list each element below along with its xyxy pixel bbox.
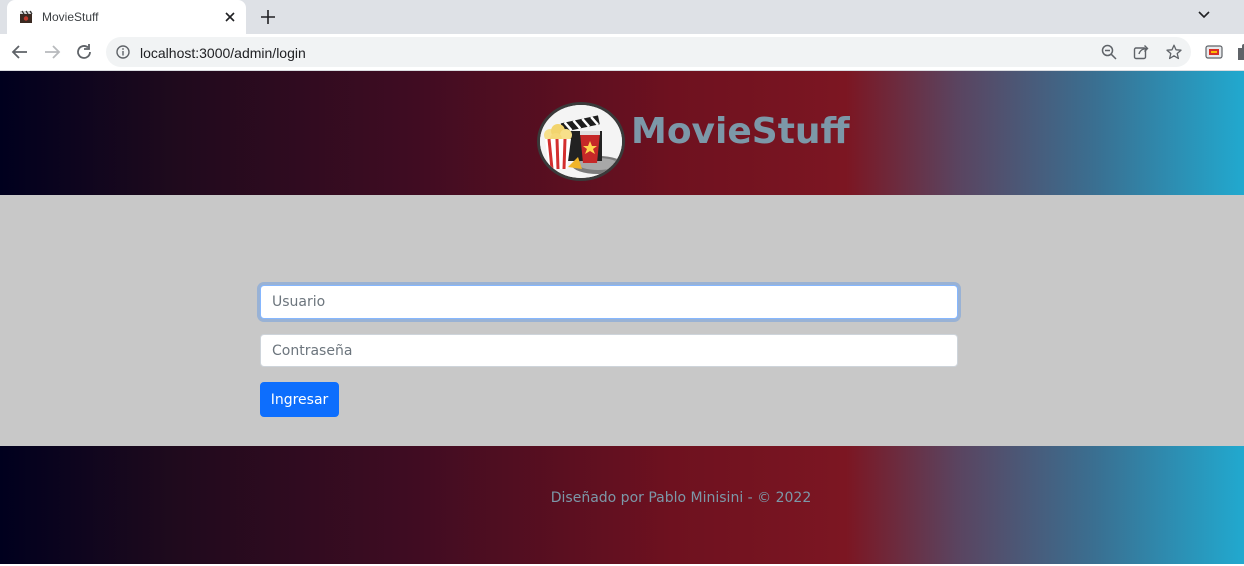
bookmark-star-icon[interactable]: [1166, 44, 1182, 60]
back-icon[interactable]: [9, 41, 31, 63]
reload-icon[interactable]: [73, 41, 95, 63]
login-button[interactable]: Ingresar: [260, 382, 339, 417]
password-input[interactable]: [260, 334, 958, 367]
logo-icon: [540, 105, 622, 178]
tab-strip: MovieStuff: [0, 0, 1244, 34]
url-text[interactable]: localhost:3000/admin/login: [140, 45, 306, 61]
close-icon[interactable]: [220, 7, 240, 27]
page-content: MovieStuff Ingresar Diseñado por Pablo M…: [0, 71, 1244, 566]
site-header: MovieStuff: [0, 71, 1244, 195]
browser-tab[interactable]: MovieStuff: [7, 0, 246, 34]
address-bar[interactable]: localhost:3000/admin/login: [106, 37, 1191, 67]
login-section: Ingresar: [0, 195, 1244, 446]
forward-icon[interactable]: [41, 41, 63, 63]
brand-title[interactable]: MovieStuff: [631, 111, 850, 152]
clapperboard-favicon: [20, 10, 33, 23]
site-info-icon[interactable]: [116, 45, 130, 59]
browser-toolbar: localhost:3000/admin/login: [0, 34, 1244, 71]
username-input[interactable]: [260, 285, 958, 319]
popcorn-clapperboard-logo[interactable]: [537, 102, 625, 181]
plus-icon[interactable]: [258, 7, 278, 27]
site-footer: Diseñado por Pablo Minisini - © 2022: [0, 446, 1244, 564]
puzzle-icon[interactable]: [1236, 43, 1244, 61]
zoom-icon[interactable]: [1101, 44, 1117, 60]
tab-title: MovieStuff: [42, 10, 99, 24]
extension-icon[interactable]: [1205, 43, 1223, 61]
footer-credit: Diseñado por Pablo Minisini - © 2022: [550, 490, 812, 506]
chevron-down-icon[interactable]: [1194, 5, 1214, 25]
share-icon[interactable]: [1133, 44, 1149, 60]
